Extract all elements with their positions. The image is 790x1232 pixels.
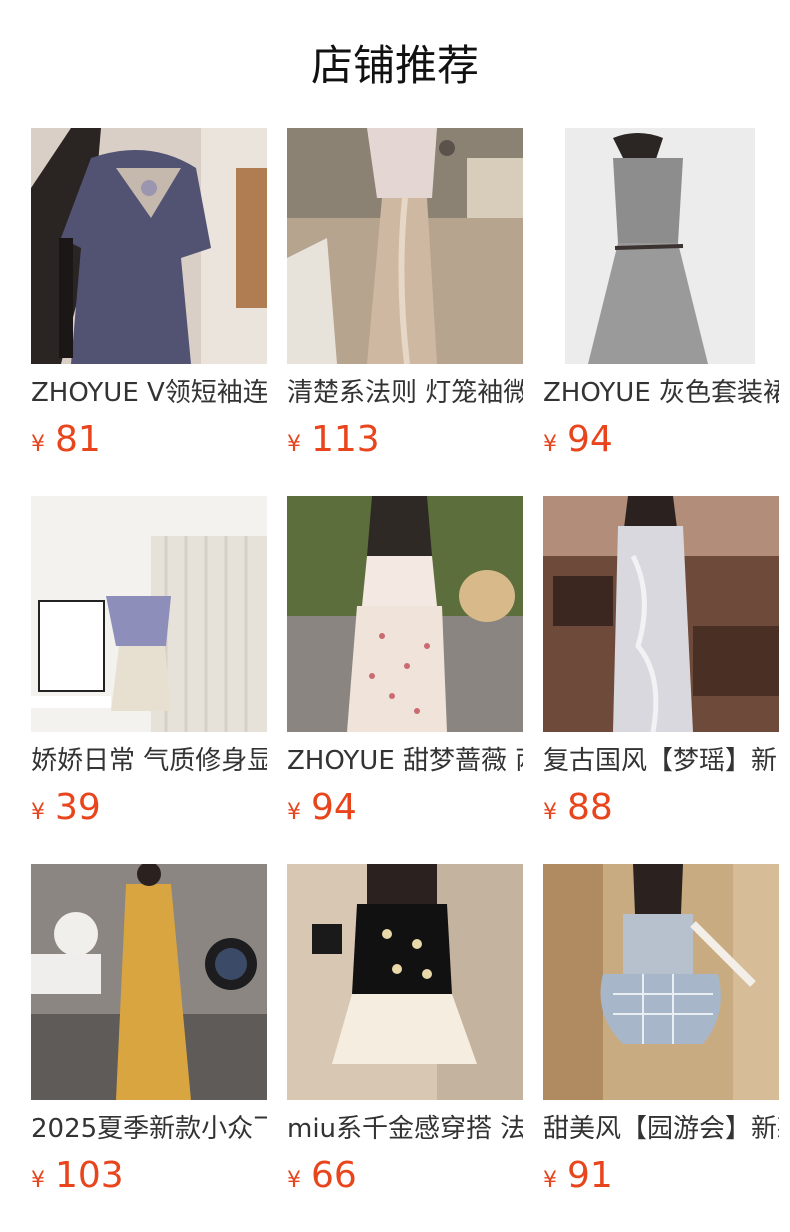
product-image[interactable] <box>287 128 523 364</box>
price-value: 39 <box>55 787 101 828</box>
product-price: ¥ 81 <box>31 420 267 465</box>
product-name[interactable]: 2025夏季新款小众飞袖连衣裙 <box>31 1112 267 1146</box>
product-name[interactable]: 复古国风【梦瑶】新中式 <box>543 744 779 778</box>
product-image[interactable] <box>287 864 523 1100</box>
currency-symbol: ¥ <box>287 432 301 457</box>
price-value: 103 <box>55 1155 124 1196</box>
price-value: 66 <box>311 1155 357 1196</box>
product-price: ¥ 91 <box>543 1156 779 1201</box>
product-name[interactable]: miu系千金感穿搭 法式套装 <box>287 1112 523 1146</box>
currency-symbol: ¥ <box>31 1168 45 1193</box>
section-title: 店铺推荐 <box>310 41 479 90</box>
product-name[interactable]: ZHOYUE 灰色套装裙 <box>543 376 779 410</box>
price-value: 91 <box>567 1155 613 1196</box>
product-grid: ZHOYUE V领短袖连衣裙 ¥ 81 清楚系法则 灯笼袖微透上衣 ¥ 113 <box>31 128 779 1232</box>
product-name[interactable]: ZHOYUE 甜梦蔷薇 两件套 <box>287 744 523 778</box>
product-price: ¥ 94 <box>543 420 779 465</box>
price-value: 113 <box>311 419 380 460</box>
product-card[interactable]: 清楚系法则 灯笼袖微透上衣 ¥ 113 <box>287 128 523 496</box>
product-image[interactable] <box>31 864 267 1100</box>
product-card[interactable]: miu系千金感穿搭 法式套装 ¥ 66 <box>287 864 523 1232</box>
product-price: ¥ 103 <box>31 1156 267 1201</box>
product-card[interactable]: 2025夏季新款小众飞袖连衣裙 ¥ 103 <box>31 864 267 1232</box>
currency-symbol: ¥ <box>543 432 557 457</box>
price-value: 94 <box>311 787 357 828</box>
product-name[interactable]: 甜美风【园游会】新款 <box>543 1112 779 1146</box>
product-image[interactable] <box>287 496 523 732</box>
product-image[interactable] <box>31 128 267 364</box>
price-value: 88 <box>567 787 613 828</box>
currency-symbol: ¥ <box>543 800 557 825</box>
price-value: 81 <box>55 419 101 460</box>
product-image[interactable] <box>543 864 779 1100</box>
product-card[interactable]: ZHOYUE 甜梦蔷薇 两件套 ¥ 94 <box>287 496 523 864</box>
currency-symbol: ¥ <box>543 1168 557 1193</box>
product-card[interactable]: ZHOYUE 灰色套装裙 ¥ 94 <box>543 128 779 496</box>
product-image[interactable] <box>543 128 779 364</box>
currency-symbol: ¥ <box>287 800 301 825</box>
currency-symbol: ¥ <box>287 1168 301 1193</box>
product-price: ¥ 88 <box>543 788 779 833</box>
product-price: ¥ 113 <box>287 420 523 465</box>
product-price: ¥ 94 <box>287 788 523 833</box>
product-price: ¥ 66 <box>287 1156 523 1201</box>
product-image[interactable] <box>31 496 267 732</box>
currency-symbol: ¥ <box>31 432 45 457</box>
product-card[interactable]: 娇娇日常 气质修身显瘦 ¥ 39 <box>31 496 267 864</box>
product-name[interactable]: 清楚系法则 灯笼袖微透上衣 <box>287 376 523 410</box>
product-card[interactable]: ZHOYUE V领短袖连衣裙 ¥ 81 <box>31 128 267 496</box>
product-price: ¥ 39 <box>31 788 267 833</box>
product-image[interactable] <box>543 496 779 732</box>
product-name[interactable]: 娇娇日常 气质修身显瘦 <box>31 744 267 778</box>
product-card[interactable]: 甜美风【园游会】新款 ¥ 91 <box>543 864 779 1232</box>
product-card[interactable]: 复古国风【梦瑶】新中式 ¥ 88 <box>543 496 779 864</box>
price-value: 94 <box>567 419 613 460</box>
product-name[interactable]: ZHOYUE V领短袖连衣裙 <box>31 376 267 410</box>
currency-symbol: ¥ <box>31 800 45 825</box>
